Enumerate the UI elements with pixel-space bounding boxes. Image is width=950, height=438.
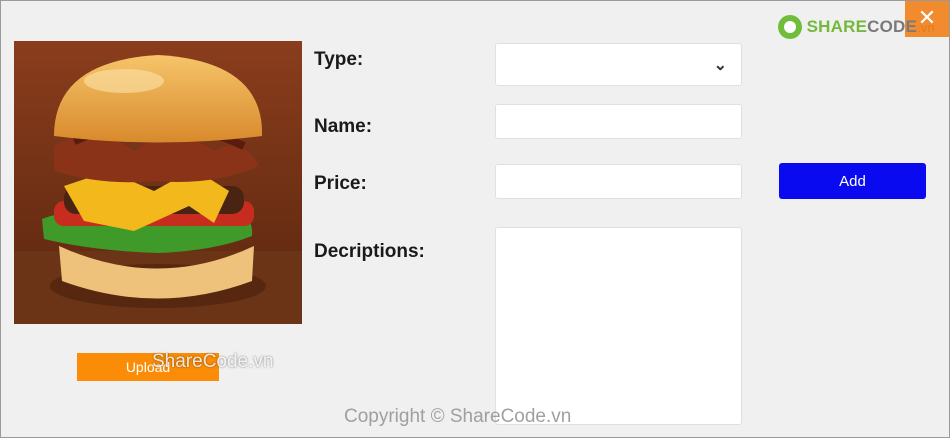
name-label: Name: xyxy=(314,116,373,137)
watermark-center: ShareCode.vn xyxy=(152,351,274,372)
description-label: Decriptions: xyxy=(314,241,425,262)
price-input[interactable] xyxy=(495,164,742,199)
product-image xyxy=(14,41,302,324)
sharecode-logo-icon xyxy=(777,15,802,39)
logo-text-share: SHARE xyxy=(806,17,868,36)
name-input[interactable] xyxy=(495,104,742,139)
watermark-copyright: Copyright © ShareCode.vn xyxy=(344,406,572,427)
add-button[interactable]: Add xyxy=(779,163,926,199)
type-label: Type: xyxy=(314,49,364,70)
price-label: Price: xyxy=(314,173,367,194)
logo-text-vn: .vn xyxy=(917,19,935,35)
burger-illustration xyxy=(14,41,302,324)
chevron-down-icon: ⌄ xyxy=(713,56,727,74)
type-dropdown[interactable]: ⌄ xyxy=(495,43,742,86)
sharecode-logo: SHARE CODE .vn xyxy=(777,11,935,43)
description-textarea[interactable] xyxy=(495,227,742,425)
logo-text-code: CODE xyxy=(867,17,918,36)
